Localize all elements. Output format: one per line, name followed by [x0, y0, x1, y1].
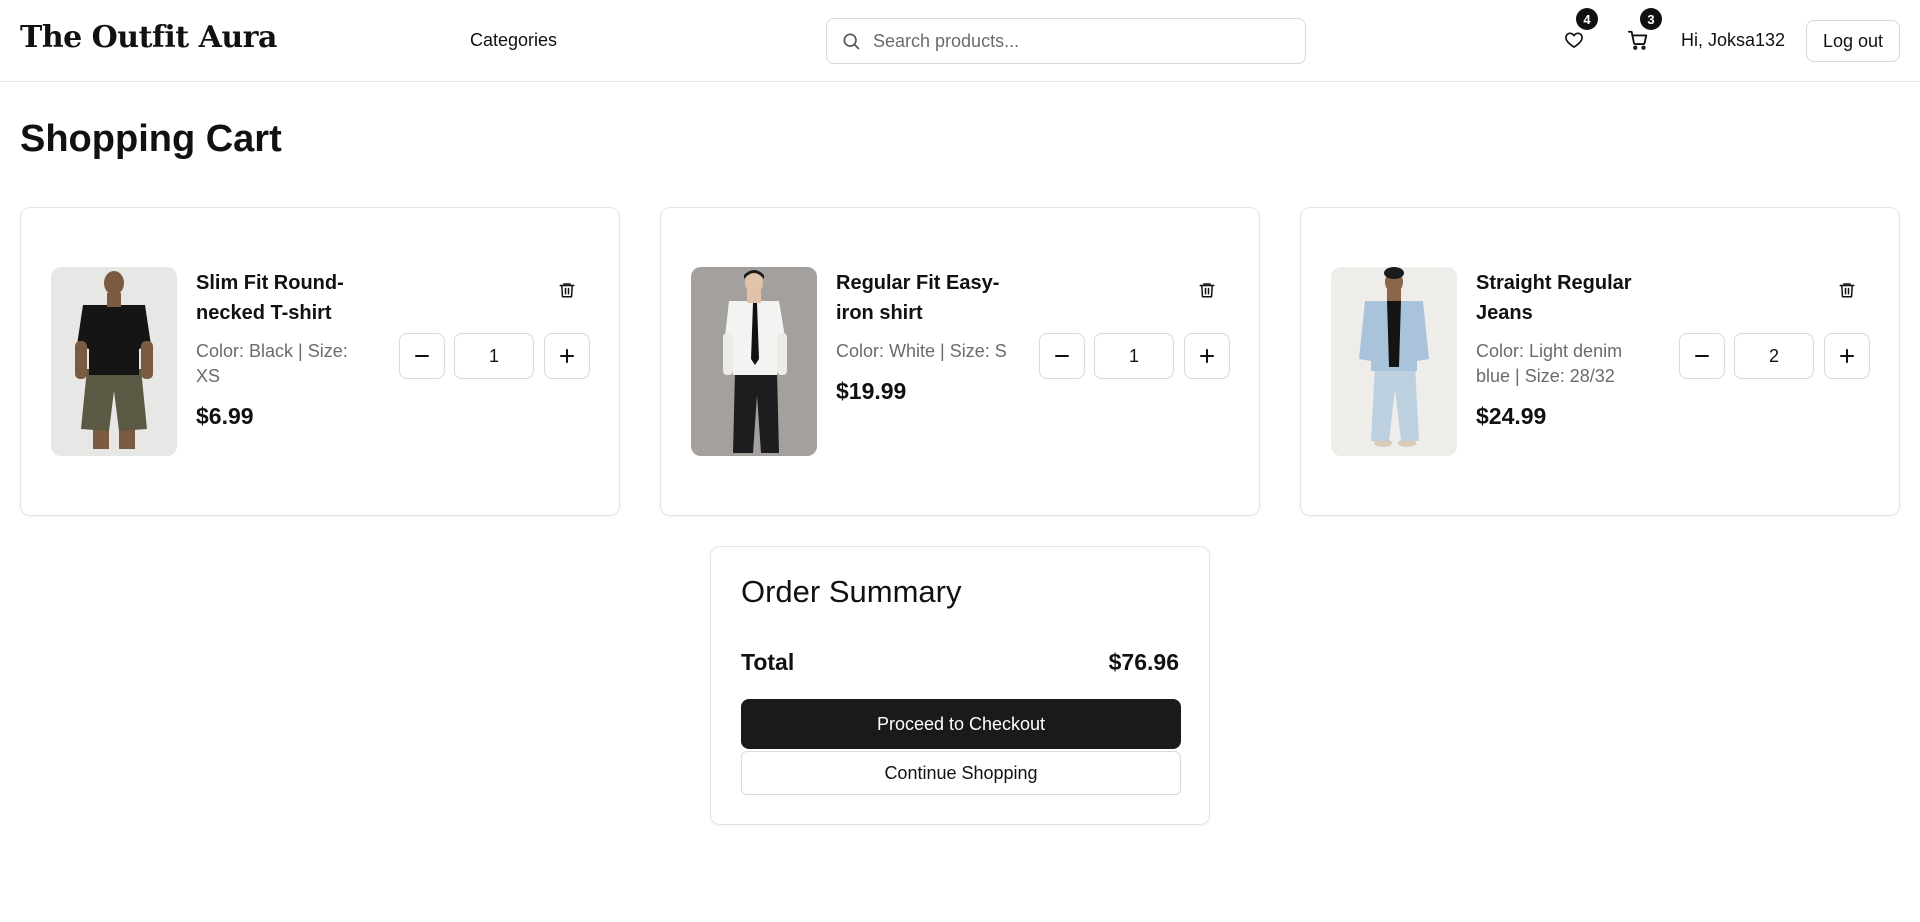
- nav-categories-link[interactable]: Categories: [470, 30, 557, 51]
- item-name[interactable]: Regular Fit Easy-iron shirt: [836, 268, 1011, 328]
- wishlist-button[interactable]: 4: [1558, 8, 1598, 56]
- cart-button[interactable]: 3: [1622, 8, 1662, 56]
- plus-icon: [1840, 349, 1854, 363]
- plus-icon: [560, 349, 574, 363]
- user-greeting: Hi, Joksa132: [1681, 30, 1786, 50]
- plus-icon: [1200, 349, 1214, 363]
- product-image[interactable]: [51, 267, 177, 456]
- minus-icon: [415, 355, 429, 357]
- page-title: Shopping Cart: [20, 118, 282, 160]
- remove-item-button[interactable]: [1835, 278, 1859, 302]
- order-summary-panel: Order Summary Total $76.96 Proceed to Ch…: [710, 546, 1210, 825]
- item-name[interactable]: Straight Regular Jeans: [1476, 268, 1651, 328]
- quantity-input[interactable]: [454, 333, 534, 379]
- search-icon: [843, 33, 860, 50]
- quantity-input[interactable]: [1734, 333, 1814, 379]
- search-bar: [826, 18, 1306, 64]
- item-name[interactable]: Slim Fit Round-necked T-shirt: [196, 268, 371, 328]
- decrease-quantity-button[interactable]: [399, 333, 445, 379]
- decrease-quantity-button[interactable]: [1039, 333, 1085, 379]
- decrease-quantity-button[interactable]: [1679, 333, 1725, 379]
- cart-item-card: Regular Fit Easy-iron shirt Color: White…: [660, 207, 1260, 516]
- minus-icon: [1055, 355, 1069, 357]
- product-image[interactable]: [1331, 267, 1457, 456]
- total-value: $76.96: [1108, 649, 1179, 675]
- item-price: $19.99: [836, 378, 907, 404]
- remove-item-button[interactable]: [555, 278, 579, 302]
- increase-quantity-button[interactable]: [1184, 333, 1230, 379]
- trash-icon: [1199, 283, 1215, 298]
- wishlist-count-badge: 4: [1576, 8, 1598, 30]
- cart-item-card: Straight Regular Jeans Color: Light deni…: [1300, 207, 1900, 516]
- item-variant: Color: Light denim blue | Size: 28/32: [1476, 341, 1623, 386]
- cart-icon: [1627, 30, 1648, 50]
- site-logo[interactable]: The Outfit Aura: [20, 20, 277, 55]
- quantity-input[interactable]: [1094, 333, 1174, 379]
- order-summary-title: Order Summary: [741, 574, 962, 609]
- item-price: $24.99: [1476, 403, 1547, 429]
- remove-item-button[interactable]: [1195, 278, 1219, 302]
- trash-icon: [1839, 283, 1855, 298]
- item-variant: Color: White | Size: S: [836, 341, 1007, 361]
- total-label: Total: [741, 649, 795, 675]
- item-variant: Color: Black | Size: XS: [196, 341, 348, 386]
- item-price: $6.99: [196, 403, 254, 429]
- logout-button[interactable]: Log out: [1806, 20, 1900, 62]
- minus-icon: [1695, 355, 1709, 357]
- increase-quantity-button[interactable]: [1824, 333, 1870, 379]
- search-input[interactable]: [873, 30, 1293, 52]
- cart-count-badge: 3: [1640, 8, 1662, 30]
- trash-icon: [559, 283, 575, 298]
- cart-item-card: Slim Fit Round-necked T-shirt Color: Bla…: [20, 207, 620, 516]
- proceed-to-checkout-button[interactable]: Proceed to Checkout: [741, 699, 1181, 749]
- continue-shopping-button[interactable]: Continue Shopping: [741, 751, 1181, 795]
- product-image[interactable]: [691, 267, 817, 456]
- site-header: The Outfit Aura Categories 4 3 Hi, Joksa…: [0, 0, 1920, 82]
- heart-icon: [1565, 32, 1583, 48]
- increase-quantity-button[interactable]: [544, 333, 590, 379]
